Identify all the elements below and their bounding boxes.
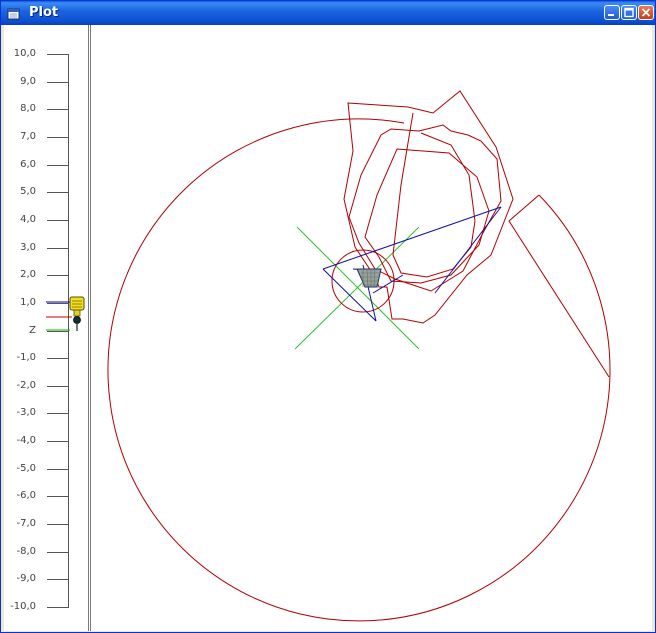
toolpath-inner-spiral xyxy=(392,112,476,278)
ruler-tick-line xyxy=(47,137,69,138)
ruler-tick-line xyxy=(47,413,69,414)
toolpath-plot-canvas[interactable] xyxy=(91,25,652,631)
ruler-tick-line xyxy=(47,109,69,110)
ruler-tick-line xyxy=(47,275,69,276)
ruler-tick-label: -5,0 xyxy=(16,463,36,474)
ruler-tick-label: -7,0 xyxy=(16,518,36,529)
cutting-tool-icon xyxy=(69,296,85,331)
toolpath-segment-right xyxy=(508,194,610,378)
ruler-tick-label: -6,0 xyxy=(16,490,36,501)
minimize-icon xyxy=(608,14,614,16)
toolpath-plot-svg xyxy=(107,90,611,622)
ruler-tick-label: 8,0 xyxy=(20,103,36,114)
ruler-tick-line xyxy=(47,386,69,387)
close-button[interactable] xyxy=(638,5,654,20)
plot-window-icon[interactable] xyxy=(7,6,21,20)
ruler-tick-label: -10,0 xyxy=(10,601,36,612)
ruler-tick-line xyxy=(47,165,69,166)
z-depth-ruler[interactable]: 10,0 9,0 8,0 7,0 6,0 5,0 4,0 3,0 2,0 1,0 Z -1,0 -2,0… xyxy=(4,25,88,631)
close-icon xyxy=(641,8,651,17)
ruler-tick-label: -8,0 xyxy=(16,546,36,557)
ruler-tick-label: 7,0 xyxy=(20,131,36,142)
ruler-tick-line xyxy=(47,441,69,442)
panel-splitter[interactable] xyxy=(88,25,89,631)
z-position-indicator xyxy=(46,296,85,331)
ruler-tick-label: 6,0 xyxy=(20,159,36,170)
minimize-button[interactable] xyxy=(604,5,620,20)
outer-circular-toolpath xyxy=(107,118,611,622)
ruler-tick-line xyxy=(47,220,69,221)
ruler-tick-line xyxy=(47,358,69,359)
ruler-tick-line xyxy=(47,192,69,193)
ruler-tick-label: 10,0 xyxy=(13,48,36,59)
window-client-area: 10,0 9,0 8,0 7,0 6,0 5,0 4,0 3,0 2,0 1,0 Z -1,0 -2,0… xyxy=(4,25,652,631)
ruler-tick-line xyxy=(47,82,69,83)
ruler-tick-label: 9,0 xyxy=(20,76,36,87)
maximize-button[interactable] xyxy=(621,5,637,20)
ruler-tick-line xyxy=(47,579,69,580)
ruler-tick-label: -9,0 xyxy=(16,573,36,584)
ruler-tick-line xyxy=(47,248,69,249)
maximize-icon xyxy=(624,7,634,18)
ruler-tick-line xyxy=(47,496,69,497)
origin-crosshair xyxy=(294,226,420,350)
ruler-tick-line xyxy=(47,469,69,470)
plot-window: Plot 10,0 9,0 8,0 7,0 6,0 5,0 4,0 3,0 2,0 1,0 Z -1,… xyxy=(0,0,656,633)
ruler-tick-line xyxy=(47,54,69,55)
ruler-tick-label: 4,0 xyxy=(20,214,36,225)
ruler-tick-label: -1,0 xyxy=(16,352,36,363)
ruler-tick-label: 2,0 xyxy=(20,269,36,280)
toolpath-pocket-inner xyxy=(364,148,490,284)
ruler-tick-label: 3,0 xyxy=(20,242,36,253)
window-title: Plot xyxy=(29,5,59,20)
ruler-tick-label: -3,0 xyxy=(16,407,36,418)
ruler-tick-label: -4,0 xyxy=(16,435,36,446)
ruler-tick-line xyxy=(47,552,69,553)
ruler-tick-line xyxy=(47,607,69,608)
ruler-tick-label: -2,0 xyxy=(16,380,36,391)
ruler-tick-label: 5,0 xyxy=(20,186,36,197)
ruler-tick-line xyxy=(47,524,69,525)
title-bar[interactable]: Plot xyxy=(1,1,655,25)
